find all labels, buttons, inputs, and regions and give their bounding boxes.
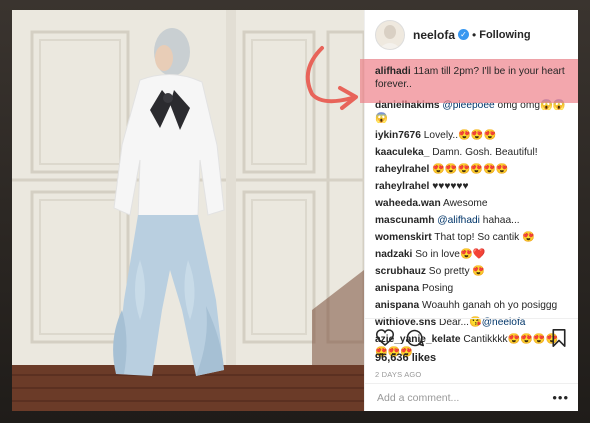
post-username[interactable]: neelofa <box>413 28 455 42</box>
list-item: mascunamh @alifhadi hahaa... <box>375 214 569 227</box>
separator-dot: • <box>472 27 477 42</box>
list-item: scrubhauz So pretty 😍 <box>375 265 569 278</box>
list-item: raheylrahel 😍😍😍😍😍😍 <box>375 163 569 176</box>
comment-mention[interactable]: @alifhadi <box>437 215 480 226</box>
post-timestamp: 2 DAYS AGO <box>375 370 422 379</box>
list-item: nadzaki So in love😍❤️ <box>375 248 569 261</box>
following-button[interactable]: Following <box>479 29 530 41</box>
list-item: womenskirt That top! So cantik 😍 <box>375 231 569 244</box>
heart-icon[interactable] <box>375 328 395 348</box>
verified-badge-icon: ✓ <box>458 29 470 40</box>
comment-user[interactable]: kaaculeka_ <box>375 147 429 158</box>
post-side-panel: neelofa ✓ • Following alifhadi 11am till… <box>360 10 578 411</box>
comment-text: So pretty 😍 <box>428 266 486 277</box>
comment-user[interactable]: anispana <box>375 283 419 294</box>
comment-user[interactable]: womenskirt <box>375 232 432 243</box>
list-item: raheylrahel ♥♥♥♥♥♥ <box>375 180 569 193</box>
highlighted-comment: alifhadi 11am till 2pm? I'll be in your … <box>360 59 578 103</box>
comment-text: Woauhh ganah oh yo posiggg <box>422 300 558 311</box>
comment-user[interactable]: mascunamh <box>375 215 434 226</box>
comment-user[interactable]: nadzaki <box>375 249 412 260</box>
post-actions <box>365 318 578 356</box>
comment-bubble-icon[interactable] <box>405 328 425 348</box>
avatar-image <box>376 20 404 49</box>
comment-text: Lovely..😍😍😍 <box>423 130 497 141</box>
comment-text: So in love😍❤️ <box>415 249 486 260</box>
instagram-post: neelofa ✓ • Following alifhadi 11am till… <box>12 10 578 411</box>
post-photo[interactable] <box>12 10 364 411</box>
list-item: kaaculeka_ Damn. Gosh. Beautiful! <box>375 146 569 159</box>
comment-user[interactable]: raheylrahel <box>375 181 429 192</box>
avatar[interactable] <box>375 19 405 50</box>
list-item: alifhadi 11am till 2pm? I'll be in your … <box>375 65 569 91</box>
like-count[interactable]: 96,636 likes <box>375 352 436 364</box>
comment-text: hahaa... <box>482 215 520 226</box>
list-item: anispana Posing <box>375 282 569 295</box>
comment-user[interactable]: raheylrahel <box>375 164 429 175</box>
comment-text: ♥♥♥♥♥♥ <box>432 181 469 192</box>
comment-user[interactable]: waheeda.wan <box>375 198 441 209</box>
comment-user[interactable]: iykin7676 <box>375 130 421 141</box>
list-item: anispana Woauhh ganah oh yo posiggg <box>375 299 569 312</box>
fashion-photo-illustration <box>12 10 364 411</box>
comment-text: That top! So cantik 😍 <box>434 232 535 243</box>
comment-text: Damn. Gosh. Beautiful! <box>432 147 538 158</box>
add-comment-input[interactable] <box>375 390 549 405</box>
comment-text: Awesome <box>442 198 488 209</box>
list-item: iykin7676 Lovely..😍😍😍 <box>375 129 569 142</box>
more-options-icon[interactable]: ••• <box>552 390 569 405</box>
comment-user[interactable]: scrubhauz <box>375 266 426 277</box>
post-header: neelofa ✓ • Following <box>365 10 578 60</box>
comment-text: 😍😍😍😍😍😍 <box>432 164 509 175</box>
comment-user[interactable]: alifhadi <box>375 66 411 77</box>
bookmark-icon[interactable] <box>549 328 569 348</box>
comment-text: Posing <box>422 283 454 294</box>
list-item: waheeda.wan Awesome <box>375 197 569 210</box>
add-comment-bar: ••• <box>365 383 578 411</box>
comment-user[interactable]: anispana <box>375 300 419 311</box>
